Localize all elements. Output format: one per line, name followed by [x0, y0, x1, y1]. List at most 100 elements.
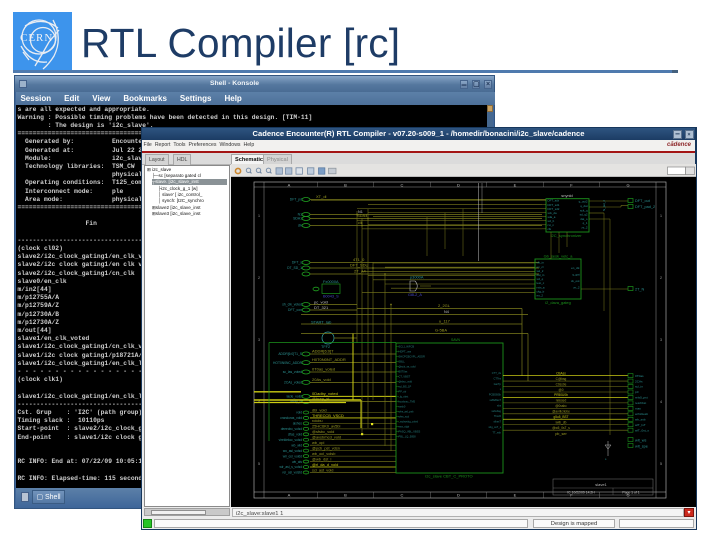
svg-text:4: 4	[660, 400, 662, 404]
svg-text:3: 3	[660, 338, 662, 342]
svg-text:C0ss0e: C0ss0e	[556, 382, 567, 386]
svg-text:zn_2: zn_2	[573, 285, 580, 289]
svg-text:wo_asl_volsd: wo_asl_volsd	[283, 449, 302, 453]
svg-text:DT_321: DT_321	[314, 305, 329, 310]
svg-text:B: B	[344, 493, 347, 498]
svg-text:DFT_con: DFT_con	[288, 308, 302, 312]
svg-text:@rl_da_d_vold: @rl_da_d_vold	[312, 462, 338, 467]
svg-text:q_gat: q_gat	[572, 273, 579, 277]
svg-text:@avrlicrlobe: @avrlicrlobe	[552, 410, 570, 414]
svg-text:IC 10/22/09 14:2H: IC 10/22/09 14:2H	[567, 491, 595, 495]
svg-text:i2_dava_gateg: i2_dava_gateg	[545, 300, 571, 305]
svg-text:20As_vold: 20As_vold	[312, 377, 331, 382]
svg-text:@sfsbc_vold: @sfsbc_vold	[312, 429, 334, 434]
svg-text:sbg_ssT_s: sbg_ssT_s	[488, 425, 501, 429]
svg-text:roicbu: roicbu	[312, 418, 323, 423]
svg-text:THRECCB_VSCD: THRECCB_VSCD	[312, 413, 344, 418]
svg-text:H0T0N0NT_ADDR: H0T0N0NT_ADDR	[312, 357, 346, 362]
svg-text:wlt_spe: wlt_spe	[635, 445, 648, 449]
svg-text:A: A	[288, 182, 291, 187]
svg-text:2CAs: 2CAs	[635, 379, 643, 383]
svg-text:DFT_pd: DFT_pd	[290, 198, 302, 202]
svg-text:F: F	[570, 182, 573, 187]
svg-text:sh_clk_voted: sh_clk_voted	[282, 303, 302, 307]
svg-text:2_2GL: 2_2GL	[438, 303, 451, 308]
svg-text:5: 5	[660, 462, 662, 466]
svg-text:wb_ssb: wb_ssb	[635, 417, 646, 421]
svg-text:scl_ast_vold: scl_ast_vold	[312, 467, 333, 472]
svg-text:wb_als: wb_als	[292, 460, 302, 464]
svg-text:wrfsblesb: wrfsblesb	[635, 412, 648, 416]
svg-text:B0T0ss: B0T0ss	[399, 370, 408, 374]
svg-text:en_2: en_2	[537, 294, 544, 298]
svg-text:2T_A4: 2T_A4	[354, 269, 367, 274]
svg-text:p0: p0	[635, 390, 639, 394]
svg-text:1: 1	[258, 214, 260, 218]
svg-text:B0043_S: B0043_S	[323, 295, 339, 299]
svg-text:ssBsBssT: ssBsBssT	[489, 398, 501, 402]
svg-text:clk: clk	[548, 227, 552, 231]
svg-text:SAVN: SAVN	[451, 338, 461, 342]
svg-text:rels0_pst: rels0_pst	[635, 396, 648, 400]
svg-text:aishes: aishes	[293, 422, 303, 426]
svg-text:CBAss: CBAss	[556, 371, 566, 375]
svg-text:@w5_0sT_s: @w5_0sT_s	[552, 426, 570, 430]
svg-text:wlrs_asl_psb: wlrs_asl_psb	[399, 410, 415, 414]
svg-text:25HC6K0_av5bl: 25HC6K0_av5bl	[312, 424, 340, 429]
svg-text:@pcb_pst_vdsn: @pcb_pst_vdsn	[312, 445, 340, 450]
svg-text:PR50U0b: PR50U0b	[554, 393, 568, 397]
svg-text:relofrbst: relofrbst	[635, 401, 646, 405]
svg-text:pb_ser: pb_ser	[555, 432, 567, 436]
svg-text:E: E	[514, 182, 517, 187]
svg-text:vireldekcc_volsd: vireldekcc_volsd	[279, 438, 303, 442]
svg-text:PCBDBSb: PCBDBSb	[489, 393, 502, 397]
svg-text:wlr_asl_s_volsd: wlr_asl_s_volsd	[280, 465, 303, 469]
svg-text:@avsbrhcd_vold: @avsbrhcd_vold	[312, 435, 341, 440]
svg-text:SDA1: SDA1	[293, 217, 302, 221]
svg-text:CT_VBST: CT_VBST	[399, 375, 411, 379]
svg-text:snynld: snynld	[561, 193, 573, 198]
svg-text:B: B	[344, 182, 347, 187]
svg-text:g5u5_BST: g5u5_BST	[553, 415, 568, 419]
svg-text:@0: @0	[558, 388, 563, 392]
svg-text:G-5BA: G-5BA	[435, 328, 447, 333]
svg-text:C@bsg: C@bsg	[556, 377, 567, 381]
svg-text:wlss_scd: wlss_scd	[399, 415, 410, 419]
svg-text:lscsbosc_TM5: lscsbosc_TM5	[399, 400, 416, 404]
svg-text:wlT_lsT: wlT_lsT	[635, 423, 646, 427]
svg-text:PBL_LQ_5858: PBL_LQ_5858	[399, 435, 417, 439]
svg-text:slave1: slave1	[595, 482, 607, 487]
svg-text:CTTes: CTTes	[494, 376, 502, 380]
svg-text:Fx0000A: Fx0000A	[323, 279, 339, 284]
svg-text:C: C	[401, 182, 404, 187]
svg-text:cflas_vold: cflas_vold	[288, 433, 302, 437]
svg-text:p3000A: p3000A	[410, 275, 424, 280]
svg-text:_lg_sbst: _lg_sbst	[398, 395, 409, 399]
svg-text:s: s	[605, 457, 607, 461]
svg-text:CERN: CERN	[20, 32, 53, 44]
svg-text:@scb_ss_vold: @scb_ss_vold	[399, 365, 416, 369]
svg-text:DFT_s: DFT_s	[292, 261, 302, 265]
svg-text:wb_opl: wb_opl	[312, 440, 324, 445]
svg-text:0T0as: 0T0as	[635, 374, 644, 378]
svg-text:DFT_out: DFT_out	[635, 199, 651, 203]
svg-text:2CAs_voted: 2CAs_voted	[284, 381, 302, 385]
svg-text:HOT0N0NC_ADDR: HOT0N0NC_ADDR	[273, 361, 303, 365]
svg-text:pc_vold: pc_vold	[314, 300, 328, 305]
svg-text:sssb0: sssb0	[399, 405, 406, 409]
svg-text:SBLL: SBLL	[399, 360, 406, 364]
svg-text:TT_ssb: TT_ssb	[492, 430, 501, 434]
svg-text:A: A	[288, 493, 291, 498]
svg-text:relosed: relosed	[556, 399, 567, 403]
svg-text:4T1_0: 4T1_0	[353, 257, 365, 262]
svg-text:5: 5	[258, 462, 260, 466]
svg-text:u_117: u_117	[439, 319, 451, 324]
svg-text:Page 1 of 1: Page 1 of 1	[622, 491, 639, 495]
svg-text:_wclrwsbg_cvbsl: _wclrwsbg_cvbsl	[398, 420, 419, 424]
svg-text:wlt_ws: wlt_ws	[635, 439, 646, 443]
svg-text:sbs: sbs	[497, 403, 502, 407]
svg-text:N4: N4	[444, 310, 449, 314]
svg-text:lsarTp: lsarTp	[494, 382, 502, 386]
svg-text:CTT_ds: CTT_ds	[492, 371, 502, 375]
svg-text:s: s	[500, 388, 502, 391]
